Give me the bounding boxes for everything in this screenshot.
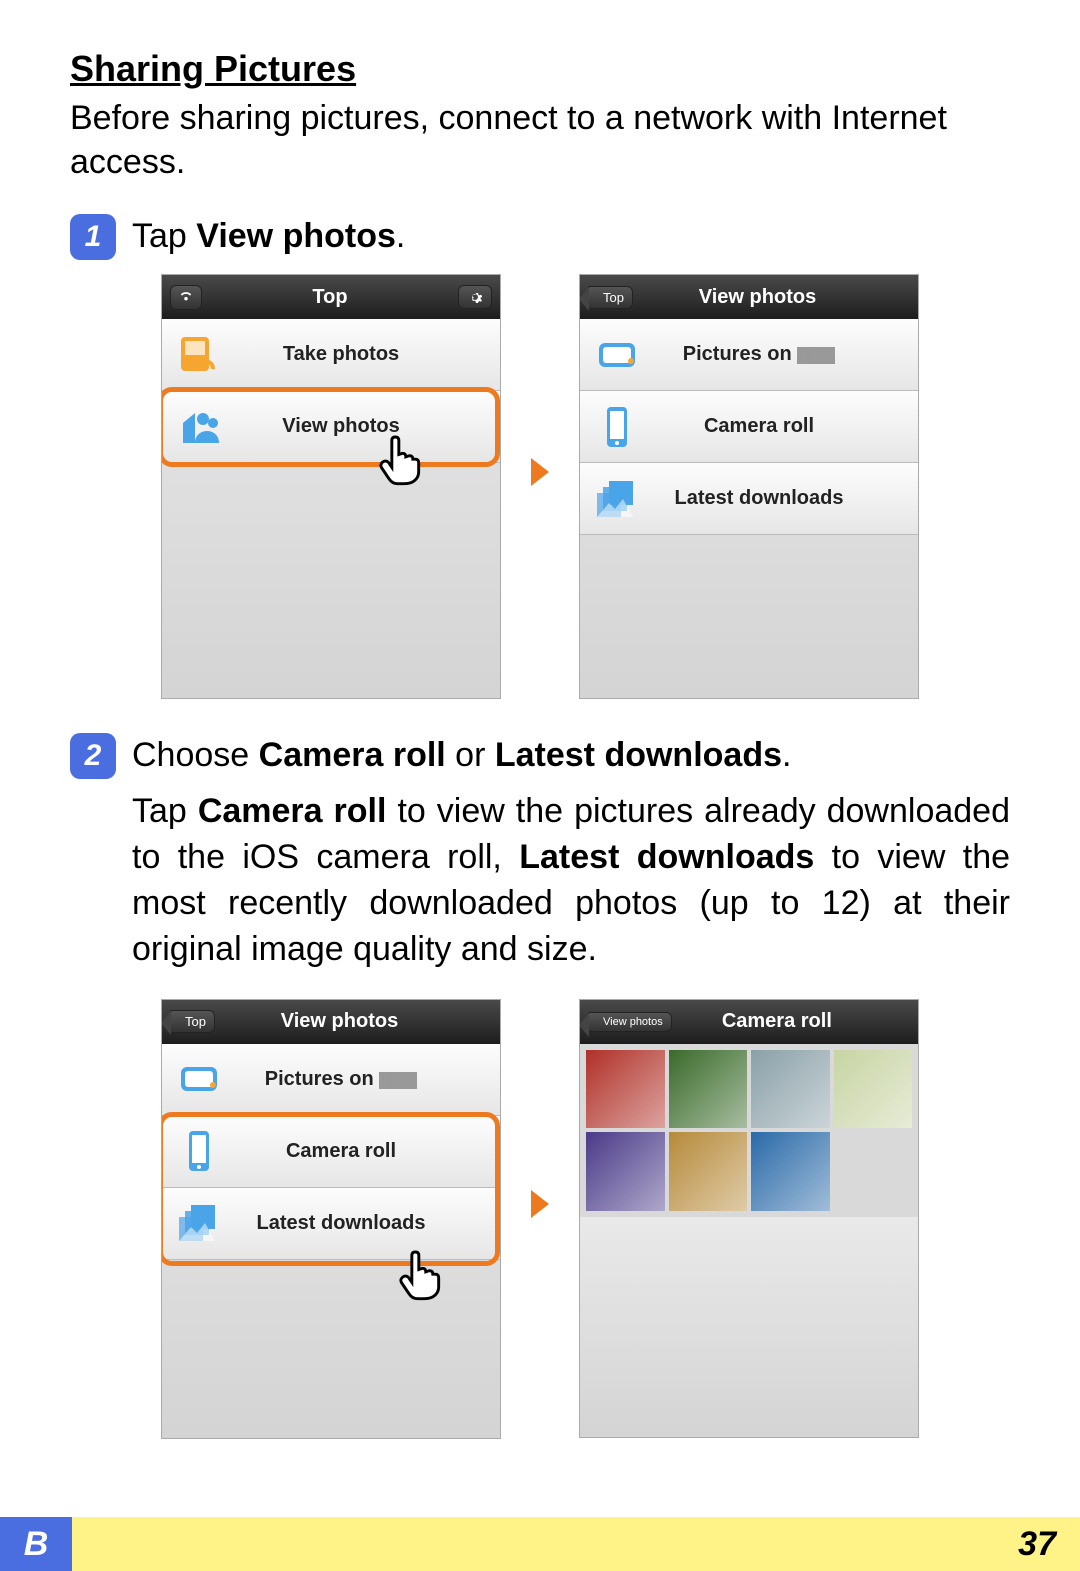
tap-hand-icon <box>372 430 428 486</box>
thumbnail[interactable] <box>751 1132 830 1211</box>
phone-title: Top <box>312 286 347 309</box>
stack-icon <box>174 1198 224 1248</box>
camera-device-icon <box>592 330 642 380</box>
page-number: 37 <box>1018 1525 1056 1564</box>
t: View photos <box>196 217 396 255</box>
camera-tap-icon <box>174 330 224 380</box>
step-1-screenshots: Top Take photos <box>70 274 1010 699</box>
page-content: Sharing Pictures Before sharing pictures… <box>0 0 1080 1439</box>
thumbnail[interactable] <box>834 1050 913 1129</box>
intro-text: Before sharing pictures, connect to a ne… <box>70 96 1010 184</box>
menu-item-take-photos[interactable]: Take photos <box>162 319 500 391</box>
thumbnail[interactable] <box>751 1050 830 1129</box>
step-2-screenshots: Top View photos Pictures on D▮▮▮ <box>70 999 1010 1439</box>
arrow-right-icon <box>531 1190 549 1218</box>
people-share-icon <box>174 402 224 452</box>
t: . <box>782 736 791 774</box>
t: Tap <box>132 792 198 830</box>
gear-icon <box>458 285 492 309</box>
label: Pictures on D▮▮▮ <box>662 343 906 366</box>
t: or <box>446 736 495 774</box>
phone-view-photos-screen-2: Top View photos Pictures on D▮▮▮ <box>161 999 501 1439</box>
wifi-icon <box>170 285 202 310</box>
step-1-header: 1 Tap View photos. <box>70 214 1010 260</box>
t: . <box>396 217 405 255</box>
t: Pictures on <box>683 343 797 365</box>
label: Camera roll <box>244 1140 488 1163</box>
redacted: D▮▮▮ <box>797 347 835 364</box>
phone-device-icon <box>174 1126 224 1176</box>
back-button[interactable]: Top <box>588 286 633 309</box>
t: Latest downloads <box>495 736 782 774</box>
thumbnail[interactable] <box>586 1132 665 1211</box>
step-badge-2: 2 <box>70 733 116 779</box>
step-2-header: 2 Choose Camera roll or Latest downloads… <box>70 733 1010 779</box>
camera-device-icon <box>174 1054 224 1104</box>
redacted: D▮▮▮ <box>379 1072 417 1089</box>
thumbnail[interactable] <box>669 1050 748 1129</box>
t: Choose <box>132 736 259 774</box>
phone-title: View photos <box>699 286 816 309</box>
phone-view-photos-screen: Top View photos Pictures on D▮▮▮ <box>579 274 919 699</box>
arrow-right-icon <box>531 458 549 486</box>
label: Camera roll <box>662 415 906 438</box>
step-badge-1: 1 <box>70 214 116 260</box>
stack-icon <box>592 474 642 524</box>
label: Latest downloads <box>244 1212 488 1235</box>
t: Camera roll <box>259 736 446 774</box>
step-2-body: Tap Camera roll to view the pictures alr… <box>132 789 1010 973</box>
phone-header: View photos Camera roll <box>580 1000 918 1044</box>
phone-list: Pictures on D▮▮▮ Camera roll Latest down… <box>162 1044 500 1260</box>
menu-item-camera-roll[interactable]: Camera roll <box>162 1116 500 1188</box>
menu-item-pictures-on[interactable]: Pictures on D▮▮▮ <box>162 1044 500 1116</box>
back-button[interactable]: View photos <box>588 1012 672 1032</box>
menu-item-camera-roll[interactable]: Camera roll <box>580 391 918 463</box>
t: Pictures on <box>265 1068 379 1090</box>
section-title: Sharing Pictures <box>70 48 1010 90</box>
phone-title: Camera roll <box>722 1010 832 1033</box>
phone-header: Top View photos <box>162 1000 500 1044</box>
phone-top-screen: Top Take photos <box>161 274 501 699</box>
menu-item-view-photos[interactable]: View photos <box>162 391 500 463</box>
manual-page: Sharing Pictures Before sharing pictures… <box>0 0 1080 1571</box>
label: Latest downloads <box>662 487 906 510</box>
thumbnail[interactable] <box>586 1050 665 1129</box>
menu-item-pictures-on[interactable]: Pictures on D▮▮▮ <box>580 319 918 391</box>
t: Latest downloads <box>519 838 814 876</box>
tap-hand-icon <box>392 1245 448 1301</box>
menu-item-latest-downloads[interactable]: Latest downloads <box>162 1188 500 1260</box>
phone-title: View photos <box>281 1010 398 1033</box>
thumbnail-grid <box>580 1044 918 1217</box>
label: View photos <box>244 415 488 438</box>
phone-header: Top View photos <box>580 275 918 319</box>
t: Tap <box>132 217 196 255</box>
phone-camera-roll-screen: View photos Camera roll <box>579 999 919 1438</box>
thumbnail[interactable] <box>669 1132 748 1211</box>
section-tab: B <box>0 1517 72 1571</box>
phone-list: Pictures on D▮▮▮ Camera roll Latest down… <box>580 319 918 535</box>
phone-device-icon <box>592 402 642 452</box>
label: Pictures on D▮▮▮ <box>244 1068 488 1091</box>
step-2-title: Choose Camera roll or Latest downloads. <box>132 733 791 777</box>
phone-list: Take photos View photos <box>162 319 500 463</box>
back-button[interactable]: Top <box>170 1010 215 1033</box>
label: Take photos <box>244 343 488 366</box>
menu-item-latest-downloads[interactable]: Latest downloads <box>580 463 918 535</box>
t: Camera roll <box>198 792 387 830</box>
step-1-title: Tap View photos. <box>132 214 405 258</box>
page-footer: B 37 <box>0 1517 1080 1571</box>
phone-header: Top <box>162 275 500 319</box>
